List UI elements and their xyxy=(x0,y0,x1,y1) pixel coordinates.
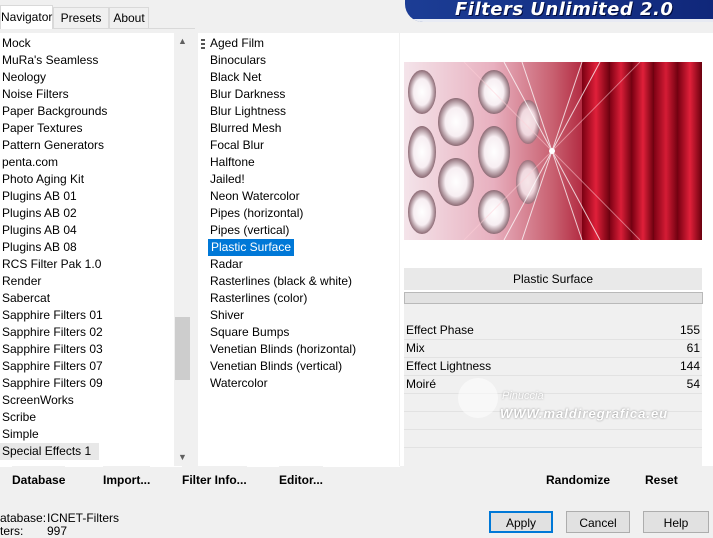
param-mix[interactable]: Mix 61 xyxy=(404,340,702,358)
filter-item[interactable]: Pipes (vertical) xyxy=(210,222,289,239)
filter-item[interactable]: Aged Film xyxy=(210,35,264,52)
category-item[interactable]: Plugins AB 04 xyxy=(2,222,77,239)
category-item[interactable]: Paper Textures xyxy=(2,120,83,137)
category-item[interactable]: Sapphire Filters 07 xyxy=(2,358,103,375)
filter-item[interactable]: Neon Watercolor xyxy=(210,188,300,205)
filter-item[interactable]: Pipes (horizontal) xyxy=(210,205,303,222)
filter-item[interactable]: Halftone xyxy=(210,154,255,171)
database-button[interactable]: Database xyxy=(12,466,66,494)
category-item[interactable]: Special Effects 1 xyxy=(0,443,100,460)
app-title: Filters Unlimited 2.0 xyxy=(455,0,674,20)
category-item[interactable]: Paper Backgrounds xyxy=(2,103,107,120)
category-item[interactable]: Plugins AB 08 xyxy=(2,239,77,256)
filter-item[interactable]: Blurred Mesh xyxy=(210,120,281,137)
filter-name-label: Plastic Surface xyxy=(404,268,702,290)
tab-navigator[interactable]: Navigator xyxy=(0,5,53,29)
category-item[interactable]: Sapphire Filters 01 xyxy=(2,307,103,324)
category-item[interactable]: Sapphire Filters 03 xyxy=(2,341,103,358)
filter-item[interactable]: Square Bumps xyxy=(210,324,289,341)
category-scrollbar[interactable]: ▲ ▼ xyxy=(174,33,191,466)
category-item[interactable]: MuRa's Seamless xyxy=(2,52,98,69)
category-item[interactable]: Sapphire Filters 02 xyxy=(2,324,103,341)
watermark-url: WWW.maldiregrafica.eu xyxy=(500,406,669,421)
scroll-thumb[interactable] xyxy=(175,317,190,380)
filter-list[interactable]: Aged Film Binoculars Black Net Blur Darknes… xyxy=(198,33,399,466)
category-item[interactable]: Plugins AB 01 xyxy=(2,188,77,205)
filter-item[interactable]: Rasterlines (color) xyxy=(210,290,307,307)
category-item[interactable]: Plugins AB 02 xyxy=(2,205,77,222)
cancel-button[interactable]: Cancel xyxy=(566,511,630,533)
param-empty xyxy=(404,448,702,465)
category-item[interactable]: penta.com xyxy=(2,154,58,171)
tab-about[interactable]: About xyxy=(109,7,149,28)
filter-item[interactable]: Blur Lightness xyxy=(210,103,286,120)
category-item[interactable]: Pattern Generators xyxy=(2,137,104,154)
filter-item[interactable]: Venetian Blinds (vertical) xyxy=(210,358,342,375)
import-button[interactable]: Import... xyxy=(103,466,151,494)
status-database: atabase: ICNET-Filters xyxy=(0,511,119,525)
category-item[interactable]: Scribe xyxy=(2,409,36,426)
watermark-author: Pinuccia xyxy=(502,390,544,402)
filter-item[interactable]: Shiver xyxy=(210,307,244,324)
help-button[interactable]: Help xyxy=(643,511,709,533)
filter-item[interactable]: Watercolor xyxy=(210,375,268,392)
category-item[interactable]: RCS Filter Pak 1.0 xyxy=(2,256,101,273)
category-item[interactable]: Noise Filters xyxy=(2,86,69,103)
editor-button[interactable]: Editor... xyxy=(279,466,324,494)
filter-item[interactable]: Binoculars xyxy=(210,52,266,69)
category-item[interactable]: Mock xyxy=(2,35,31,52)
tab-presets[interactable]: Presets xyxy=(53,7,109,28)
scroll-up-icon[interactable]: ▲ xyxy=(174,33,191,50)
progress-bar xyxy=(404,292,703,304)
filter-info-button[interactable]: Filter Info... xyxy=(182,466,247,494)
filter-item[interactable]: Venetian Blinds (horizontal) xyxy=(210,341,356,358)
param-effect-lightness[interactable]: Effect Lightness 144 xyxy=(404,358,702,376)
apply-button[interactable]: Apply xyxy=(489,511,553,533)
effect-preview xyxy=(404,62,702,240)
filter-item[interactable]: Focal Blur xyxy=(210,137,264,154)
category-item[interactable]: Simple xyxy=(2,426,39,443)
category-item[interactable]: Sabercat xyxy=(2,290,50,307)
watermark-logo xyxy=(458,378,498,418)
param-empty xyxy=(404,430,702,448)
filter-item[interactable]: Rasterlines (black & white) xyxy=(210,273,352,290)
param-effect-phase[interactable]: Effect Phase 155 xyxy=(404,322,702,340)
category-item[interactable]: Neology xyxy=(2,69,46,86)
category-item[interactable]: Render xyxy=(2,273,41,290)
filter-item[interactable]: Jailed! xyxy=(210,171,245,188)
randomize-button[interactable]: Randomize xyxy=(546,466,611,494)
filter-item[interactable]: Black Net xyxy=(210,69,261,86)
category-item[interactable]: ScreenWorks xyxy=(2,392,74,409)
parameter-panel: Effect Phase 155 Mix 61 Effect Lightness 14… xyxy=(404,304,702,466)
reset-button[interactable]: Reset xyxy=(645,466,678,494)
category-list[interactable]: Mock MuRa's Seamless Neology Noise Filters P… xyxy=(0,33,174,466)
filter-item[interactable]: Radar xyxy=(210,256,243,273)
scroll-down-icon[interactable]: ▼ xyxy=(174,449,191,466)
filter-item[interactable]: Plastic Surface xyxy=(208,239,295,256)
category-item[interactable]: Photo Aging Kit xyxy=(2,171,84,188)
filter-item[interactable]: Blur Darkness xyxy=(210,86,285,103)
category-item[interactable]: Sapphire Filters 09 xyxy=(2,375,103,392)
grip-icon xyxy=(201,39,205,51)
status-filter-count: ters: 997 xyxy=(0,524,68,538)
param-moire[interactable]: Moiré 54 xyxy=(404,376,702,394)
